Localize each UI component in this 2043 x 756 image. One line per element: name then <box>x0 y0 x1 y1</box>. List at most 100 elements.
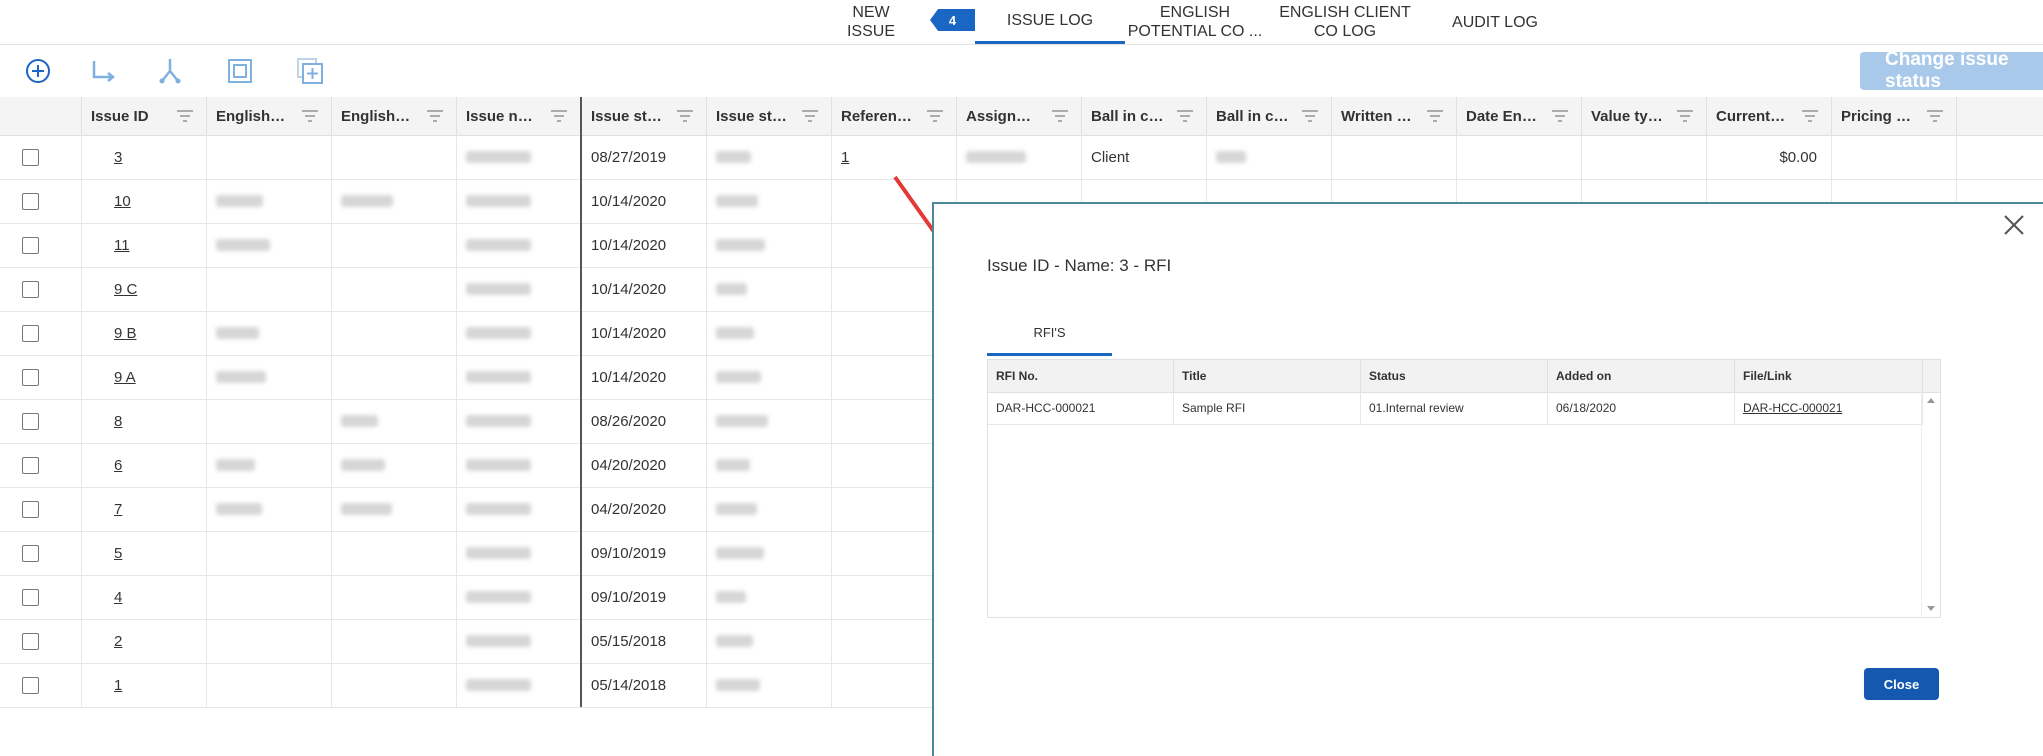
column-header[interactable]: Pricing st... <box>1832 97 1957 135</box>
issue-id-link[interactable]: 6 <box>114 457 122 474</box>
filter-icon[interactable] <box>176 109 194 123</box>
scroll-arrows-icon <box>1927 398 1935 611</box>
filter-icon[interactable] <box>1301 109 1319 123</box>
column-header[interactable]: Written no... <box>1332 97 1457 135</box>
rfi-table: RFI No. Title Status Added on File/Link … <box>987 359 1941 618</box>
tab-new-issue[interactable]: NEW ISSUE <box>835 0 907 44</box>
redacted-cell <box>207 531 332 575</box>
filter-icon[interactable] <box>426 109 444 123</box>
filter-icon[interactable] <box>801 109 819 123</box>
column-header[interactable]: Assigned to <box>957 97 1082 135</box>
column-header[interactable]: Value type <box>1582 97 1707 135</box>
change-issue-status-button[interactable]: Change issue status <box>1860 49 2043 92</box>
column-header[interactable]: Current value <box>1707 97 1832 135</box>
filter-icon[interactable] <box>1426 109 1444 123</box>
add-icon[interactable] <box>22 55 54 87</box>
filter-icon[interactable] <box>1051 109 1069 123</box>
redacted-cell <box>457 531 582 575</box>
tab-audit-log[interactable]: AUDIT LOG <box>1440 0 1550 44</box>
column-header-label: Assigned to <box>966 107 1039 125</box>
redacted-text <box>466 283 531 295</box>
row-checkbox[interactable] <box>22 280 39 298</box>
row-checkbox[interactable] <box>22 632 39 650</box>
col-rfi-no[interactable]: RFI No. <box>988 360 1174 392</box>
issue-id-link[interactable]: 9 C <box>114 281 137 298</box>
table-row[interactable]: DAR-HCC-000021 Sample RFI 01.Internal re… <box>988 392 1923 425</box>
row-checkbox[interactable] <box>22 236 39 254</box>
column-header[interactable]: Issue ID <box>82 97 207 135</box>
redacted-cell <box>707 663 832 707</box>
filter-icon[interactable] <box>301 109 319 123</box>
issue-id-cell: 7 <box>82 487 207 531</box>
issue-id-link[interactable]: 3 <box>114 149 122 166</box>
merge-icon[interactable] <box>154 55 186 87</box>
tab-english-potential-co[interactable]: ENGLISH POTENTIAL CO ... <box>1125 0 1265 44</box>
col-title[interactable]: Title <box>1174 360 1361 392</box>
filter-icon[interactable] <box>1176 109 1194 123</box>
issue-id-link[interactable]: 7 <box>114 501 122 518</box>
issue-id-link[interactable]: 9 B <box>114 325 137 342</box>
issue-id-link[interactable]: 9 A <box>114 369 136 386</box>
column-header[interactable]: Issue name <box>457 97 582 135</box>
redacted-text <box>716 459 750 471</box>
issue-id-link[interactable]: 11 <box>114 237 130 254</box>
col-added-on[interactable]: Added on <box>1548 360 1735 392</box>
redacted-cell <box>332 663 457 707</box>
filter-icon[interactable] <box>1551 109 1569 123</box>
column-header[interactable]: Issue start date <box>582 97 707 135</box>
issue-id-link[interactable]: 2 <box>114 633 122 650</box>
row-checkbox[interactable] <box>22 588 39 606</box>
column-header[interactable]: Issue stat... <box>707 97 832 135</box>
row-checkbox[interactable] <box>22 148 39 166</box>
row-checkbox[interactable] <box>22 324 39 342</box>
add-copy-icon[interactable] <box>294 55 326 87</box>
column-header-label: Ball in court <box>1091 107 1164 125</box>
close-button[interactable]: Close <box>1864 668 1939 700</box>
col-status[interactable]: Status <box>1361 360 1548 392</box>
tab-english-client-co-log[interactable]: ENGLISH CLIENT CO LOG <box>1275 0 1415 44</box>
redacted-text <box>716 503 757 515</box>
filter-icon[interactable] <box>1801 109 1819 123</box>
duplicate-frame-icon[interactable] <box>224 55 256 87</box>
issue-id-link[interactable]: 10 <box>114 193 131 210</box>
row-checkbox[interactable] <box>22 676 39 694</box>
row-checkbox[interactable] <box>22 456 39 474</box>
split-arrow-icon[interactable] <box>88 55 120 87</box>
column-header[interactable]: Ball in court <box>1082 97 1207 135</box>
reference-link[interactable]: 1 <box>841 149 849 166</box>
close-icon[interactable] <box>2003 214 2025 236</box>
filter-icon[interactable] <box>676 109 694 123</box>
filter-icon[interactable] <box>550 109 568 123</box>
rfi-table-scrollbar[interactable] <box>1921 392 1940 617</box>
row-checkbox[interactable] <box>22 412 39 430</box>
issue-id-link[interactable]: 5 <box>114 545 122 562</box>
issue-id-cell: 9 B <box>82 311 207 355</box>
redacted-text <box>716 547 764 559</box>
issue-id-cell: 6 <box>82 443 207 487</box>
col-file-link[interactable]: File/Link <box>1735 360 1923 392</box>
rfi-table-header: RFI No. Title Status Added on File/Link <box>988 360 1940 393</box>
filter-icon[interactable] <box>926 109 944 123</box>
tab-rfis[interactable]: RFI'S <box>987 312 1112 356</box>
tab-issue-log[interactable]: ISSUE LOG <box>975 0 1125 44</box>
column-header[interactable]: English Cl... <box>332 97 457 135</box>
row-checkbox[interactable] <box>22 368 39 386</box>
filter-icon[interactable] <box>1926 109 1944 123</box>
rfi-file-link[interactable]: DAR-HCC-000021 <box>1735 392 1923 424</box>
column-header[interactable]: English P... <box>207 97 332 135</box>
modal-title: Issue ID - Name: 3 - RFI <box>987 256 1172 275</box>
redacted-cell <box>207 223 332 267</box>
issue-id-link[interactable]: 8 <box>114 413 122 430</box>
issue-id-link[interactable]: 1 <box>114 677 122 694</box>
column-header[interactable]: Reference... <box>832 97 957 135</box>
column-header[interactable]: Date Engli... <box>1457 97 1582 135</box>
issue-id-link[interactable]: 4 <box>114 589 122 606</box>
filter-icon[interactable] <box>1676 109 1694 123</box>
table-row[interactable]: 3 08/27/2019 1 Client $0.00 <box>0 135 2043 180</box>
row-checkbox[interactable] <box>22 500 39 518</box>
redacted-cell <box>207 355 332 399</box>
column-header[interactable]: Ball in co... <box>1207 97 1332 135</box>
row-checkbox[interactable] <box>22 544 39 562</box>
row-checkbox-cell <box>0 223 82 267</box>
row-checkbox[interactable] <box>22 192 39 210</box>
